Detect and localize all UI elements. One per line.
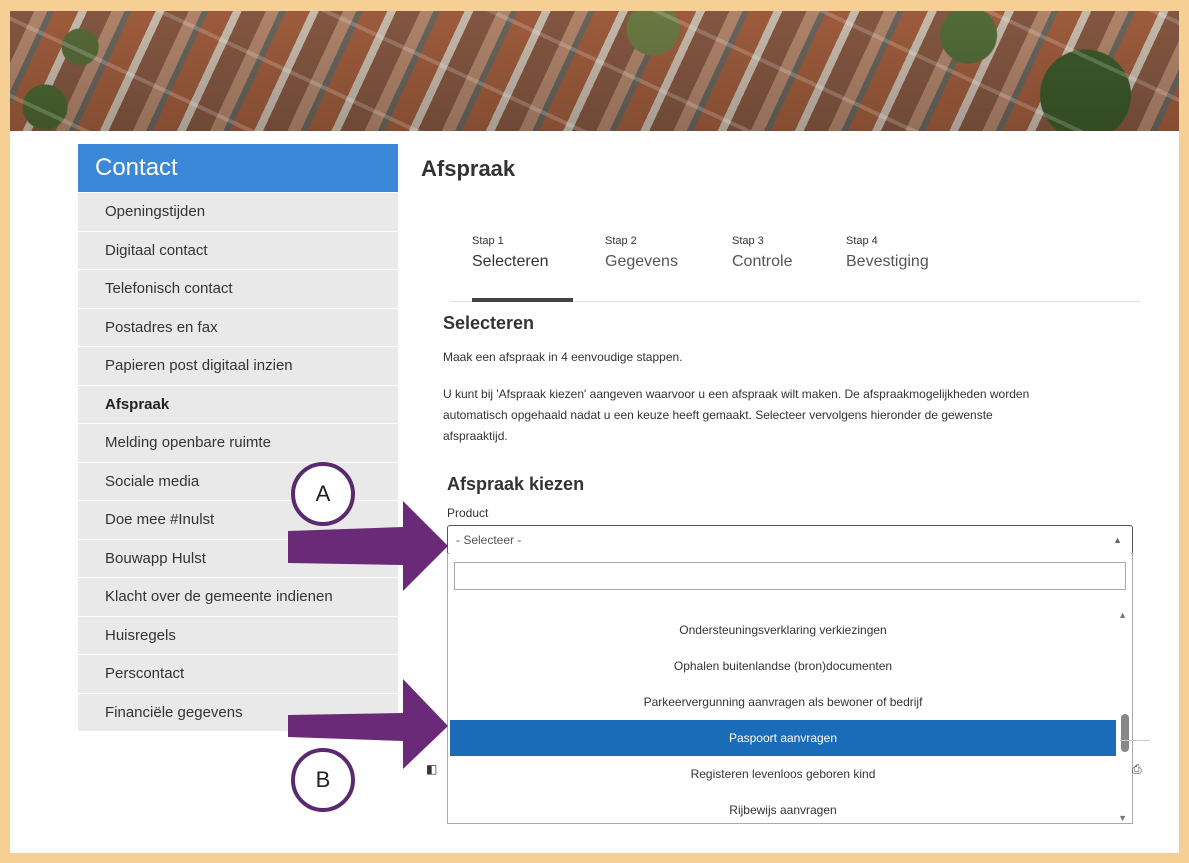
choose-appointment-title: Afspraak kiezen — [447, 474, 585, 494]
step-indicator: Stap 1 Selecteren Stap 2 Gegevens Stap 3… — [450, 235, 1140, 302]
sidebar-item-papieren-post[interactable]: Papieren post digitaal inzien — [78, 346, 398, 385]
sidebar-item-melding[interactable]: Melding openbare ruimte — [78, 423, 398, 462]
step-1-number: Stap 1 — [472, 235, 504, 247]
product-label: Product — [447, 506, 489, 520]
step-3-label: Controle — [732, 253, 793, 270]
page-frame: Contact Openingstijden Digitaal contact … — [10, 11, 1179, 853]
sidebar-item-postadres[interactable]: Postadres en fax — [78, 307, 398, 346]
product-dropdown-list[interactable]: Ondersteuningsverklaring verkiezingen Op… — [447, 554, 1133, 824]
active-step-underline — [472, 298, 573, 302]
sidebar-title: Contact — [78, 144, 398, 192]
step-4: Stap 4 Bevestiging — [846, 235, 929, 271]
sidebar-item-digitaal-contact[interactable]: Digitaal contact — [78, 230, 398, 269]
product-select[interactable]: - Selecteer - ▲ — [447, 525, 1133, 555]
dropdown-search-input[interactable] — [454, 562, 1126, 590]
sidebar-item-openingstijden[interactable]: Openingstijden — [78, 192, 398, 231]
product-select-value: - Selecteer - — [456, 533, 522, 547]
section-title: Selecteren — [443, 313, 535, 333]
step-4-number: Stap 4 — [846, 235, 878, 247]
scrollbar-thumb[interactable] — [1121, 714, 1129, 752]
step-1-label: Selecteren — [472, 253, 549, 270]
option-rijbewijs-aanvragen[interactable]: Rijbewijs aanvragen — [450, 792, 1116, 828]
step-1: Stap 1 Selecteren — [472, 235, 549, 271]
intro-text: Maak een afspraak in 4 eenvoudige stappe… — [443, 350, 683, 364]
description-line-3: afspraaktijd. — [443, 429, 508, 443]
annotation-badge-b: B — [291, 748, 355, 812]
description-line-1: U kunt bij 'Afspraak kiezen' aangeven wa… — [443, 387, 1030, 401]
divider — [1120, 740, 1150, 741]
caret-up-icon: ▲ — [1113, 535, 1122, 545]
print-icon[interactable]: ⎙ — [1132, 762, 1142, 777]
scroll-down-icon[interactable]: ▼ — [1118, 813, 1127, 823]
sidebar-item-telefonisch-contact[interactable]: Telefonisch contact — [78, 269, 398, 308]
header-banner-image — [10, 11, 1179, 131]
step-2-label: Gegevens — [605, 253, 678, 270]
sidebar: Contact Openingstijden Digitaal contact … — [78, 144, 398, 731]
step-2: Stap 2 Gegevens — [605, 235, 678, 271]
option-paspoort-aanvragen[interactable]: Paspoort aanvragen — [450, 720, 1116, 756]
option-ondersteuningsverklaring[interactable]: Ondersteuningsverklaring verkiezingen — [450, 612, 1116, 648]
option-parkeervergunning[interactable]: Parkeervergunning aanvragen als bewoner … — [450, 684, 1116, 720]
description-line-2: automatisch opgehaald nadat u een keuze … — [443, 408, 993, 422]
sidebar-item-huisregels[interactable]: Huisregels — [78, 615, 398, 654]
step-3-number: Stap 3 — [732, 235, 764, 247]
annotation-badge-a: A — [291, 462, 355, 526]
page-title: Afspraak — [421, 156, 516, 181]
sidebar-item-afspraak[interactable]: Afspraak — [78, 384, 398, 423]
step-4-label: Bevestiging — [846, 253, 929, 270]
option-registeren-levenloos[interactable]: Registeren levenloos geboren kind — [450, 756, 1116, 792]
option-ophalen-documenten[interactable]: Ophalen buitenlandse (bron)documenten — [450, 648, 1116, 684]
step-2-number: Stap 2 — [605, 235, 637, 247]
step-3: Stap 3 Controle — [732, 235, 792, 271]
scroll-up-icon[interactable]: ▲ — [1118, 610, 1127, 620]
